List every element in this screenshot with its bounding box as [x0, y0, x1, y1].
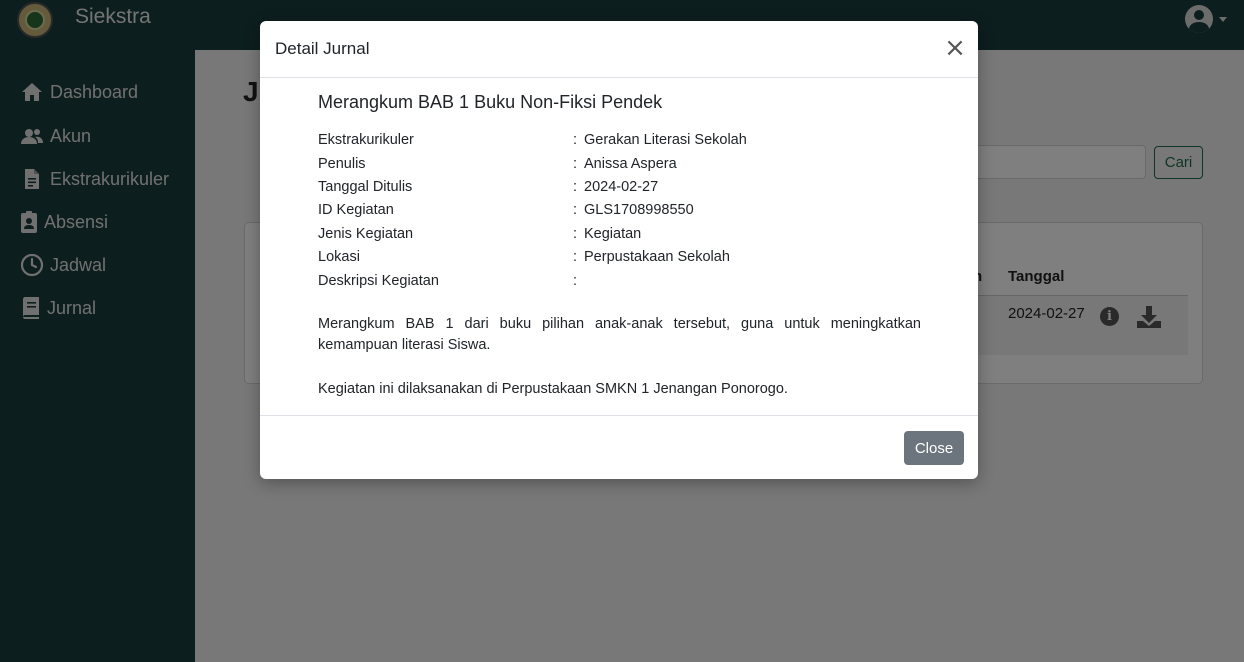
detail-label: Deskripsi Kegiatan	[318, 273, 439, 289]
detail-colon: :	[573, 132, 578, 148]
detail-row-ekstrakurikuler: Ekstrakurikuler : Gerakan Literasi Sekol…	[318, 132, 938, 152]
modal-footer: Close	[260, 415, 978, 479]
detail-label: Penulis	[318, 156, 366, 172]
description-paragraph-2: Kegiatan ini dilaksanakan di Perpustakaa…	[318, 381, 788, 397]
detail-colon: :	[573, 273, 578, 289]
detail-row-id-kegiatan: ID Kegiatan : GLS1708998550	[318, 202, 938, 222]
journal-title: Merangkum BAB 1 Buku Non-Fiksi Pendek	[318, 92, 663, 112]
modal-title: Detail Jurnal	[275, 39, 370, 58]
modal-header: Detail Jurnal ×	[260, 21, 978, 78]
detail-row-deskripsi: Deskripsi Kegiatan :	[318, 273, 938, 293]
detail-row-penulis: Penulis : Anissa Aspera	[318, 156, 938, 176]
detail-value: Kegiatan	[584, 226, 642, 242]
detail-label: ID Kegiatan	[318, 202, 394, 218]
detail-row-jenis-kegiatan: Jenis Kegiatan : Kegiatan	[318, 226, 938, 246]
detail-label: Lokasi	[318, 249, 360, 265]
detail-value: Gerakan Literasi Sekolah	[584, 132, 747, 148]
description-paragraph-1: Merangkum BAB 1 dari buku pilihan anak-a…	[318, 316, 921, 353]
detail-label: Ekstrakurikuler	[318, 132, 414, 148]
detail-colon: :	[573, 249, 578, 265]
detail-value: Anissa Aspera	[584, 156, 677, 172]
detail-colon: :	[573, 156, 578, 172]
detail-label: Tanggal Ditulis	[318, 179, 413, 195]
detail-colon: :	[573, 202, 578, 218]
detail-row-lokasi: Lokasi : Perpustakaan Sekolah	[318, 249, 938, 269]
modal-body: Merangkum BAB 1 Buku Non-Fiksi Pendek Ek…	[260, 79, 978, 415]
detail-row-tanggal-ditulis: Tanggal Ditulis : 2024-02-27	[318, 179, 938, 199]
close-button[interactable]: Close	[904, 431, 964, 465]
detail-value: Perpustakaan Sekolah	[584, 249, 730, 265]
detail-colon: :	[573, 179, 578, 195]
detail-value: GLS1708998550	[584, 202, 694, 218]
detail-jurnal-modal: Detail Jurnal × Merangkum BAB 1 Buku Non…	[260, 21, 978, 479]
detail-value: 2024-02-27	[584, 179, 659, 195]
detail-label: Jenis Kegiatan	[318, 226, 414, 242]
close-icon[interactable]: ×	[944, 35, 966, 61]
detail-colon: :	[573, 226, 578, 242]
